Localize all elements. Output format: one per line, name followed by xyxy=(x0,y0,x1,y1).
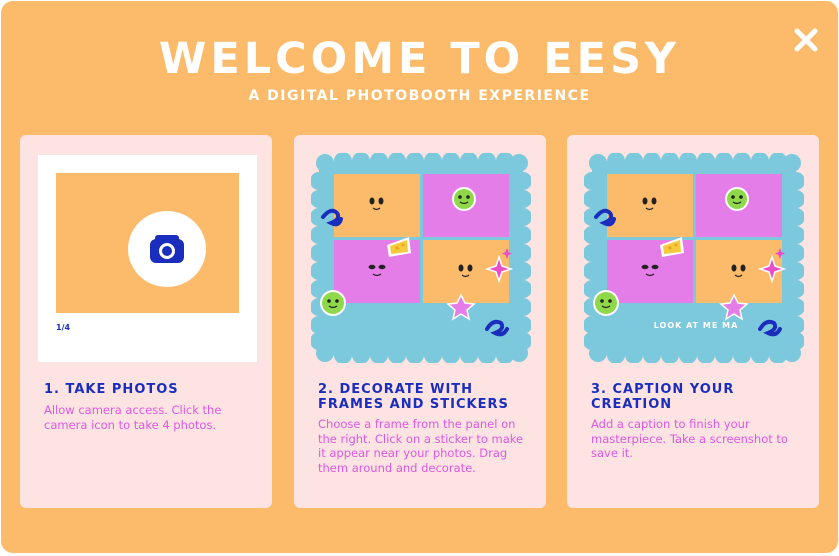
modal-subtitle: A DIGITAL PHOTOBOOTH EXPERIENCE xyxy=(248,88,591,104)
photo-placeholder xyxy=(56,173,239,313)
step-card-take-photos: 1/4 1. TAKE PHOTOS Allow camera access. … xyxy=(20,135,272,508)
modal-title: WELCOME TO EESY xyxy=(158,34,681,84)
captioned-frame-preview: LOOK AT ME MA xyxy=(584,153,804,363)
photo-counter: 1/4 xyxy=(56,323,71,332)
caption-text: LOOK AT ME MA xyxy=(654,321,739,330)
photo-cell-1 xyxy=(607,174,693,237)
green-smiley-sticker xyxy=(320,290,346,316)
camera-icon xyxy=(150,235,184,263)
green-smiley-sticker xyxy=(593,290,619,316)
green-smiley-sticker xyxy=(725,187,749,211)
close-button[interactable] xyxy=(791,25,821,55)
step-card-caption: LOOK AT ME MA 3. CAPTION YOUR CREATION A… xyxy=(567,135,819,508)
step-card-decorate: 2. DECORATE WITH FRAMES AND STICKERS Cho… xyxy=(294,135,546,508)
decorated-frame-preview xyxy=(311,153,531,363)
step-title: 1. TAKE PHOTOS xyxy=(44,382,179,397)
welcome-modal: WELCOME TO EESY A DIGITAL PHOTOBOOTH EXP… xyxy=(1,1,838,553)
camera-button[interactable] xyxy=(128,211,206,287)
polaroid-preview: 1/4 xyxy=(38,155,257,362)
step-description: Choose a frame from the panel on the rig… xyxy=(318,417,524,475)
green-smiley-sticker xyxy=(452,187,476,211)
step-title: 2. DECORATE WITH FRAMES AND STICKERS xyxy=(318,382,509,412)
photo-cell-1 xyxy=(334,174,420,237)
step-title: 3. CAPTION YOUR CREATION xyxy=(591,382,735,412)
step-description: Allow camera access. Click the camera ic… xyxy=(44,403,222,432)
close-icon xyxy=(794,28,818,52)
step-description: Add a caption to finish your masterpiece… xyxy=(591,417,788,460)
